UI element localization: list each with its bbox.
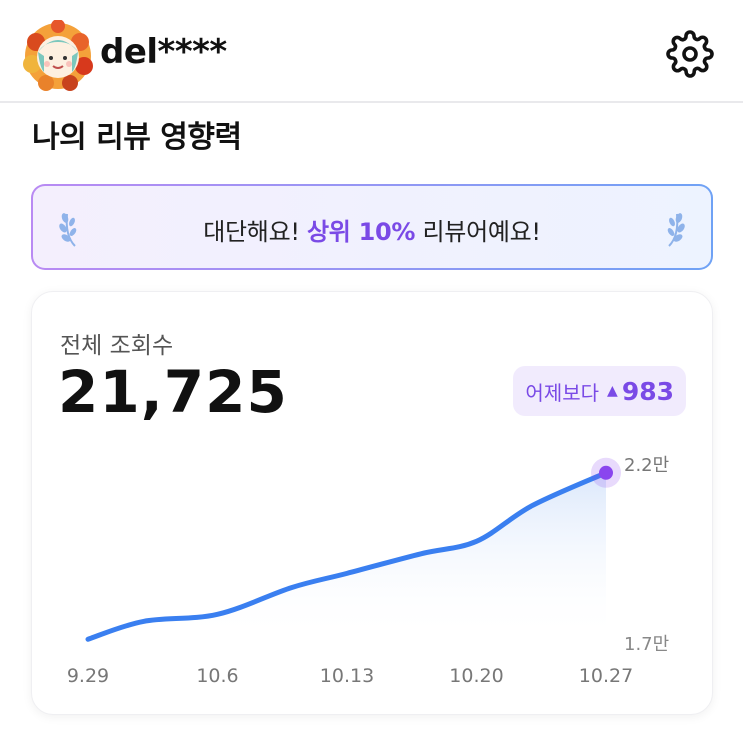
views-card: 전체 조회수 21,725 어제보다 ▲ 983 2.2만 1.7만 9.29 10.…	[31, 291, 713, 715]
chart-last-point	[599, 465, 613, 480]
username: del****	[100, 32, 227, 72]
app-header: del****	[0, 0, 743, 103]
x-tick-label: 10.13	[320, 665, 374, 687]
rank-banner: 대단해요! 상위 10% 리뷰어예요!	[31, 184, 713, 270]
y-label-max: 2.2만	[624, 455, 669, 476]
section-title: 나의 리뷰 영향력	[32, 120, 242, 155]
laurel-right-icon	[667, 213, 685, 247]
x-tick-label: 10.6	[196, 665, 238, 687]
x-tick-label: 9.29	[67, 665, 109, 687]
rank-banner-text: 대단해요! 상위 10% 리뷰어예요!	[203, 218, 541, 246]
gear-icon[interactable]	[666, 30, 714, 78]
views-chart: 2.2만 1.7만 9.29 10.6 10.13 10.20 10.27	[67, 455, 669, 687]
y-label-min: 1.7만	[624, 634, 669, 655]
chart-area	[88, 472, 606, 641]
x-tick-label: 10.27	[579, 665, 633, 687]
x-tick-label: 10.20	[449, 665, 503, 687]
profile-avatar[interactable]	[22, 20, 94, 92]
rank-highlight: 상위 10%	[307, 218, 416, 246]
